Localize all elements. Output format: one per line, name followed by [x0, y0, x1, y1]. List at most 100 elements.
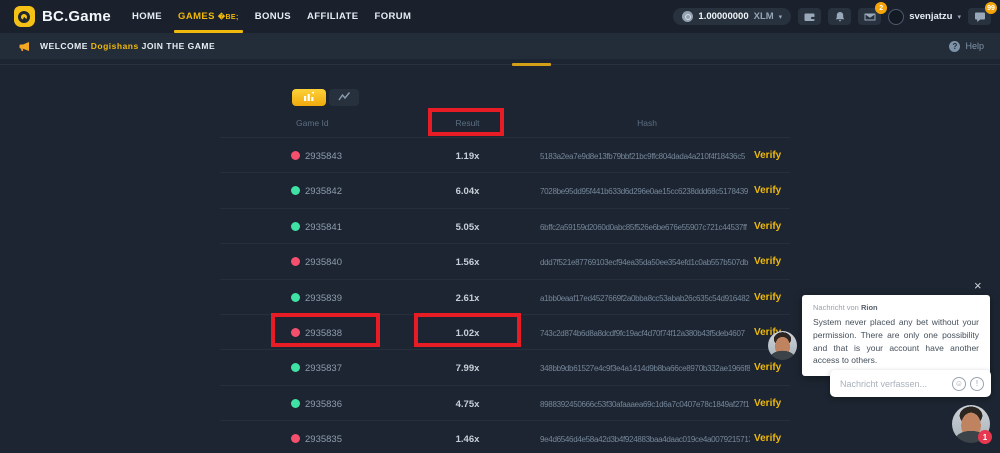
result-value: 1.19x	[400, 151, 535, 162]
table-row: 2935840 1.56x ddd7f521e87769103ecf94ea35…	[220, 243, 790, 278]
table-row: 2935836 4.75x 8988392450666c53f30afaaaea…	[220, 385, 790, 420]
table-row: 2935835 1.46x 9e4d6546d4e58a42d3b4f92488…	[220, 420, 790, 453]
nav-item-home[interactable]: HOME	[124, 0, 170, 33]
bc-game-page: BC.Game HOME GAMES�BE; BONUS AFFILIATE F…	[0, 0, 1000, 453]
chevron-down-icon: ▾	[779, 13, 783, 21]
chevron-down-icon: ▾	[957, 13, 961, 21]
verify-link[interactable]: Verify	[754, 292, 781, 303]
mail-button[interactable]: 2	[858, 8, 881, 25]
unread-count-badge: 1	[978, 430, 992, 444]
nav-item-bonus[interactable]: BONUS	[247, 0, 299, 33]
chevron-down-icon: �BE;	[218, 13, 239, 21]
bell-icon	[834, 11, 846, 23]
wallet-button[interactable]	[798, 8, 821, 25]
status-dot	[291, 328, 300, 337]
game-id: 2935838	[305, 328, 342, 339]
verify-link[interactable]: Verify	[754, 221, 781, 232]
game-id: 2935837	[305, 363, 342, 374]
wallet-icon	[804, 11, 816, 23]
notifications-button[interactable]	[828, 8, 851, 25]
mail-badge: 2	[875, 2, 887, 14]
emoji-icon[interactable]: ☺	[952, 377, 966, 391]
question-mark-icon: ?	[949, 41, 960, 52]
table-row: 2935839 2.61x a1bb0eaaf17ed4527669f2a0bb…	[220, 279, 790, 314]
username: svenjatzu	[909, 11, 952, 22]
chat-toggle-button[interactable]: 99	[968, 8, 991, 25]
chat-input-container: ☺ !	[830, 370, 991, 397]
active-tab-indicator	[512, 63, 551, 66]
chat-message-input[interactable]	[840, 379, 948, 389]
status-dot	[291, 399, 300, 408]
verify-link[interactable]: Verify	[754, 185, 781, 196]
chat-sender-avatar	[768, 331, 797, 360]
table-row: 2935843 1.19x 5183a2ea7e9d8e13fb79bbf21b…	[220, 137, 790, 172]
table-row: 2935837 7.99x 348bb9db61527e4c9f3e4a1414…	[220, 349, 790, 384]
balance-amount: 1.00000000	[698, 11, 748, 22]
chat-badge: 99	[985, 2, 997, 14]
verify-link[interactable]: Verify	[754, 362, 781, 373]
result-value: 4.75x	[400, 399, 535, 410]
user-avatar	[888, 9, 904, 25]
status-dot	[291, 222, 300, 231]
game-id: 2935842	[305, 186, 342, 197]
announcement-text: WELCOME Dogishans JOIN THE GAME	[40, 41, 215, 51]
chat-bubble-icon	[974, 11, 986, 23]
message-sender-name: Rion	[861, 303, 878, 312]
announcement-username[interactable]: Dogishans	[91, 41, 139, 51]
nav-item-forum[interactable]: FORUM	[367, 0, 420, 33]
nav-item-games[interactable]: GAMES�BE;	[170, 0, 247, 33]
result-value: 1.02x	[400, 328, 535, 339]
brand-name: BC.Game	[42, 8, 111, 25]
announcement-bar: WELCOME Dogishans JOIN THE GAME ? Help	[0, 33, 1000, 59]
hash-value: 9e4d6546d4e58a42d3b4f924883baa4daac019ce…	[540, 435, 750, 444]
table-row: 2935838 1.02x 743c2d874b6d8a8dcdf9fc19ac…	[220, 314, 790, 349]
balance-selector[interactable]: 1.00000000 XLM ▾	[673, 8, 791, 25]
chat-message-text: System never placed any bet without your…	[813, 316, 979, 367]
hash-value: 7028be95dd95f441b633d6d296e0ae15cc6238dd…	[540, 187, 750, 196]
main-nav: HOME GAMES�BE; BONUS AFFILIATE FORUM	[124, 0, 419, 33]
mail-icon	[864, 11, 876, 23]
section-divider	[0, 64, 1000, 65]
table-row: 2935841 5.05x 6bffc2a59159d2060d0abc85f5…	[220, 208, 790, 243]
status-dot	[291, 293, 300, 302]
table-header-row: Game Id Result Hash	[220, 104, 790, 137]
welcome-prefix: WELCOME	[40, 41, 88, 51]
game-id: 2935840	[305, 257, 342, 268]
info-icon[interactable]: !	[970, 377, 984, 391]
game-id: 2935835	[305, 434, 342, 445]
chat-message-card: Nachricht von Rion System never placed a…	[802, 295, 990, 376]
hash-value: 5183a2ea7e9d8e13fb79bbf21bc9ffc804dada4a…	[540, 152, 750, 161]
verify-link[interactable]: Verify	[754, 398, 781, 409]
brand-logo[interactable]: BC.Game	[14, 6, 111, 27]
verify-link[interactable]: Verify	[754, 150, 781, 161]
chat-message-meta: Nachricht von Rion	[813, 303, 979, 312]
nav-item-affiliate[interactable]: AFFILIATE	[299, 0, 366, 33]
game-id: 2935841	[305, 222, 342, 233]
bc-game-logo-icon	[14, 6, 35, 27]
chat-user-avatar[interactable]: 1	[952, 405, 990, 443]
result-value: 1.46x	[400, 434, 535, 445]
balance-currency: XLM	[754, 11, 774, 22]
hash-value: 348bb9db61527e4c9f3e4a1414d9b8ba66ce8970…	[540, 364, 750, 373]
game-id: 2935839	[305, 293, 342, 304]
verify-link[interactable]: Verify	[754, 433, 781, 444]
verify-link[interactable]: Verify	[754, 256, 781, 267]
game-id: 2935836	[305, 399, 342, 410]
hash-value: a1bb0eaaf17ed4527669f2a0bba8cc53abab26c6…	[540, 294, 750, 303]
coin-icon	[682, 11, 693, 22]
help-button[interactable]: ? Help	[949, 41, 984, 52]
chat-close-icon[interactable]: ×	[974, 279, 982, 292]
user-menu[interactable]: svenjatzu ▾	[888, 9, 961, 25]
hash-value: ddd7f521e87769103ecf94ea35da50ee354efd1c…	[540, 258, 750, 267]
result-value: 5.05x	[400, 222, 535, 233]
result-value: 2.61x	[400, 293, 535, 304]
result-value: 6.04x	[400, 186, 535, 197]
game-id: 2935843	[305, 151, 342, 162]
hash-value: 743c2d874b6d8a8dcdf9fc19acf4d70f74f12a38…	[540, 329, 750, 338]
status-dot	[291, 363, 300, 372]
help-label: Help	[965, 41, 984, 51]
status-dot	[291, 151, 300, 160]
status-dot	[291, 257, 300, 266]
welcome-suffix: JOIN THE GAME	[142, 41, 216, 51]
top-navbar: BC.Game HOME GAMES�BE; BONUS AFFILIATE F…	[0, 0, 1000, 33]
